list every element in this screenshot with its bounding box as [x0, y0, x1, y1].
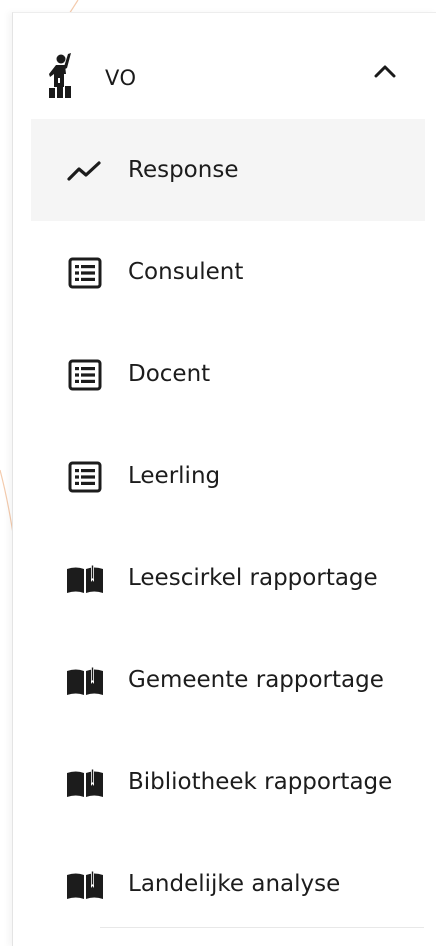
vo-submenu: Response Consulent Docent Leerling Leesc…	[31, 119, 436, 935]
open-book-icon	[67, 870, 103, 899]
person-raising-hand-icon	[49, 53, 71, 98]
open-book-icon	[67, 564, 103, 593]
menu-item-label: Bibliotheek rapportage	[128, 769, 393, 795]
trend-line-icon	[67, 161, 101, 181]
list-document-icon	[68, 461, 102, 493]
menu-item-bibliotheek-rapportage[interactable]: Bibliotheek rapportage	[31, 731, 425, 833]
page: VO Response Consulent Docent Leerling Le…	[0, 0, 436, 946]
menu-item-consulent[interactable]: Consulent	[31, 221, 425, 323]
open-book-icon	[67, 666, 103, 695]
menu-item-label: Landelijke analyse	[128, 871, 341, 897]
vo-group-label: VO	[105, 66, 137, 90]
menu-item-label: Gemeente rapportage	[128, 667, 384, 693]
menu-item-leerling[interactable]: Leerling	[31, 425, 425, 527]
open-book-icon	[67, 768, 103, 797]
menu-item-label: Leerling	[128, 463, 221, 489]
sidebar-nav-panel: VO Response Consulent Docent Leerling Le…	[12, 12, 436, 946]
menu-item-landelijke-analyse[interactable]: Landelijke analyse	[31, 833, 425, 935]
vo-group-header[interactable]: VO	[13, 13, 436, 119]
menu-item-label: Consulent	[128, 259, 244, 285]
menu-item-docent[interactable]: Docent	[31, 323, 425, 425]
chevron-up-icon[interactable]	[371, 61, 399, 81]
menu-item-label: Docent	[128, 361, 211, 387]
menu-item-label: Leescirkel rapportage	[128, 565, 378, 591]
menu-item-label: Response	[128, 157, 239, 183]
menu-item-gemeente-rapportage[interactable]: Gemeente rapportage	[31, 629, 425, 731]
menu-item-response[interactable]: Response	[31, 119, 425, 221]
list-document-icon	[68, 257, 102, 289]
list-document-icon	[68, 359, 102, 391]
menu-item-leescirkel-rapportage[interactable]: Leescirkel rapportage	[31, 527, 425, 629]
divider	[100, 927, 424, 928]
